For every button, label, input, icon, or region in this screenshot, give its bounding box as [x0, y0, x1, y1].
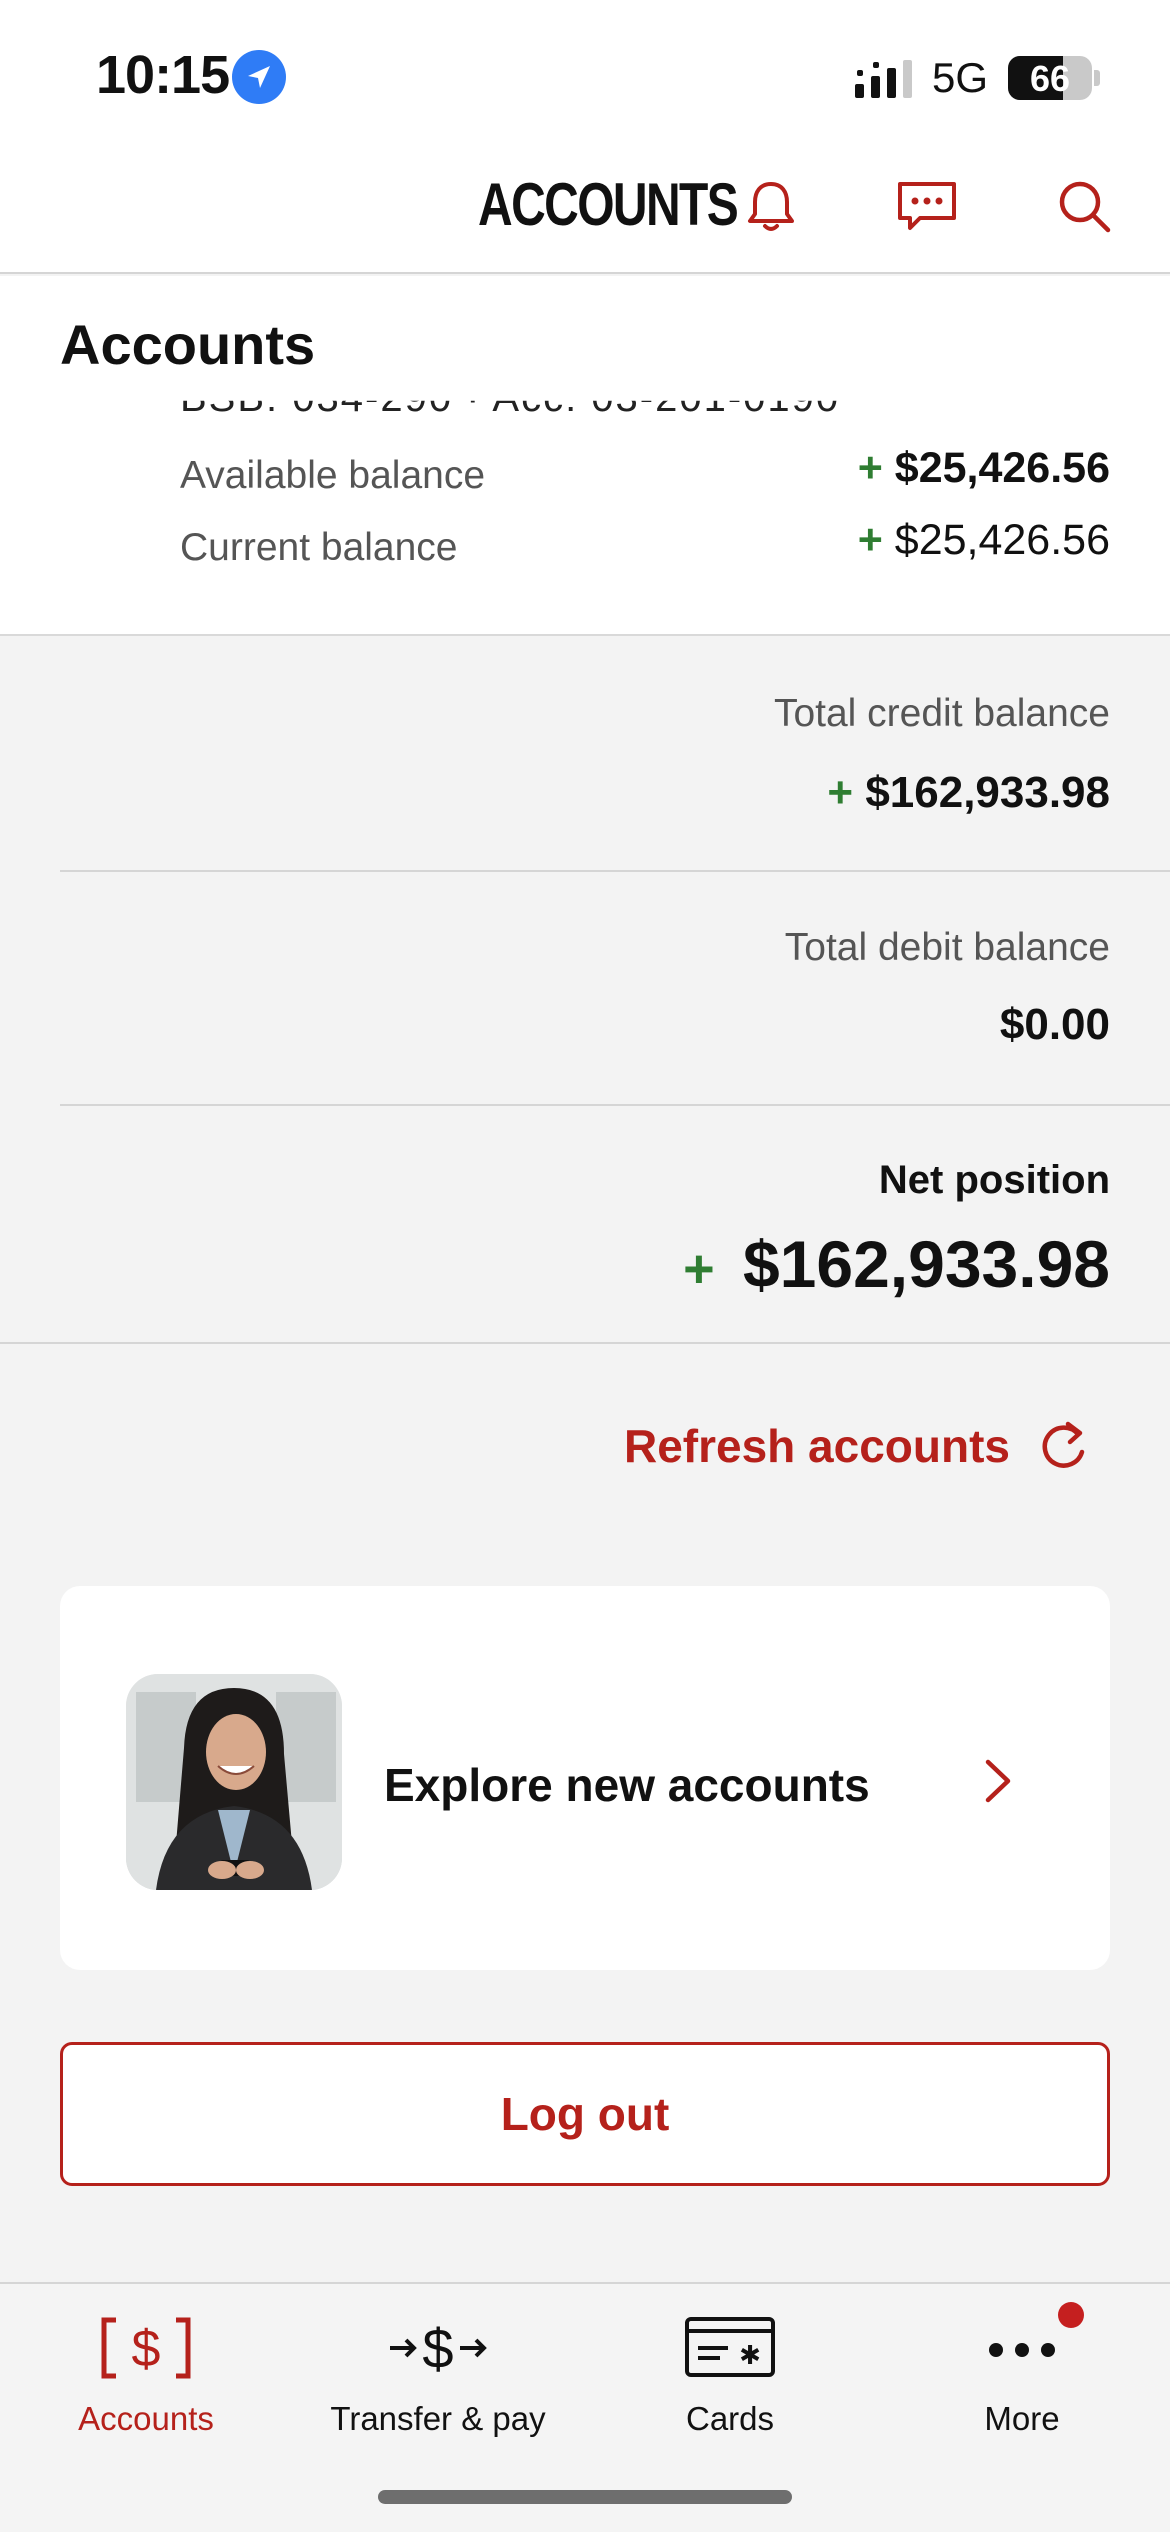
- accounts-dollar-icon: $: [101, 2317, 191, 2379]
- tab-label: More: [984, 2400, 1060, 2437]
- tab-accounts[interactable]: $ Accounts: [0, 2284, 292, 2474]
- search-icon[interactable]: [1052, 174, 1118, 240]
- positive-sign: +: [827, 768, 854, 817]
- chat-icon[interactable]: [894, 174, 960, 240]
- available-balance-value: + $25,426.56: [858, 444, 1110, 493]
- accounts-section: BSB: 034-290 · Acc: 03-201-0190 Accounts…: [0, 276, 1170, 636]
- total-credit-value: + $162,933.98: [827, 768, 1110, 818]
- divider: [0, 1342, 1170, 1344]
- positive-sign: +: [857, 444, 883, 492]
- status-bar: 10:15 5G 66: [0, 0, 1170, 140]
- home-indicator: [378, 2490, 792, 2504]
- battery-cap: [1094, 70, 1100, 86]
- transfer-icon: $: [390, 2317, 487, 2380]
- available-balance-label: Available balance: [180, 454, 486, 497]
- page-title: ACCOUNTS: [478, 171, 739, 238]
- net-position-value: + $162,933.98: [683, 1226, 1110, 1302]
- explore-new-accounts-card[interactable]: Explore new accounts: [60, 1586, 1110, 1970]
- tab-transfer-pay[interactable]: $ Transfer & pay: [292, 2284, 584, 2474]
- tab-cards[interactable]: ✱ Cards: [584, 2284, 876, 2474]
- chevron-right-icon: [985, 1759, 1011, 1803]
- section-title: Accounts: [60, 313, 316, 376]
- available-balance-amount: $25,426.56: [894, 444, 1110, 492]
- log-out-button[interactable]: Log out: [60, 2042, 1110, 2186]
- explore-new-accounts-label: Explore new accounts: [384, 1759, 870, 1811]
- tab-label: Accounts: [78, 2400, 214, 2437]
- tab-label: Cards: [685, 2400, 775, 2437]
- current-balance-value: + $25,426.56: [858, 516, 1110, 565]
- bell-icon[interactable]: [738, 174, 804, 240]
- net-position-amount: $162,933.98: [742, 1227, 1110, 1301]
- tab-more[interactable]: More: [876, 2284, 1168, 2474]
- current-balance-amount: $25,426.56: [894, 516, 1110, 564]
- app-header: ACCOUNTS: [0, 140, 1170, 274]
- svg-text:$: $: [132, 2320, 161, 2378]
- current-balance-label: Current balance: [180, 526, 458, 569]
- refresh-icon: [1042, 1421, 1085, 1468]
- positive-sign: +: [857, 516, 883, 564]
- signal-icon: [855, 60, 912, 98]
- card-icon: ✱: [685, 2317, 775, 2377]
- total-debit-label: Total debit balance: [784, 926, 1110, 969]
- total-debit-value: $0.00: [999, 1000, 1110, 1049]
- divider: [60, 870, 1170, 872]
- network-type: 5G: [932, 54, 989, 101]
- status-time: 10:15: [96, 45, 230, 105]
- notification-badge: [1058, 2302, 1084, 2328]
- more-dots-icon: [989, 2343, 1055, 2357]
- svg-text:$: $: [422, 2317, 453, 2380]
- positive-sign: +: [683, 1239, 715, 1299]
- svg-text:✱: ✱: [739, 2341, 761, 2371]
- battery-percent: 66: [1029, 58, 1071, 99]
- tab-label: Transfer & pay: [330, 2400, 546, 2437]
- location-arrow-icon: [232, 50, 286, 104]
- promo-photo: [126, 1674, 342, 1890]
- refresh-accounts-button[interactable]: Refresh accounts: [624, 1418, 1090, 1474]
- divider: [60, 1104, 1170, 1106]
- battery-icon: 66: [1008, 56, 1092, 100]
- total-credit-label: Total credit balance: [773, 692, 1110, 735]
- refresh-accounts-label: Refresh accounts: [623, 1420, 1010, 1472]
- total-credit-amount: $162,933.98: [865, 768, 1110, 817]
- net-position-label: Net position: [878, 1158, 1110, 1202]
